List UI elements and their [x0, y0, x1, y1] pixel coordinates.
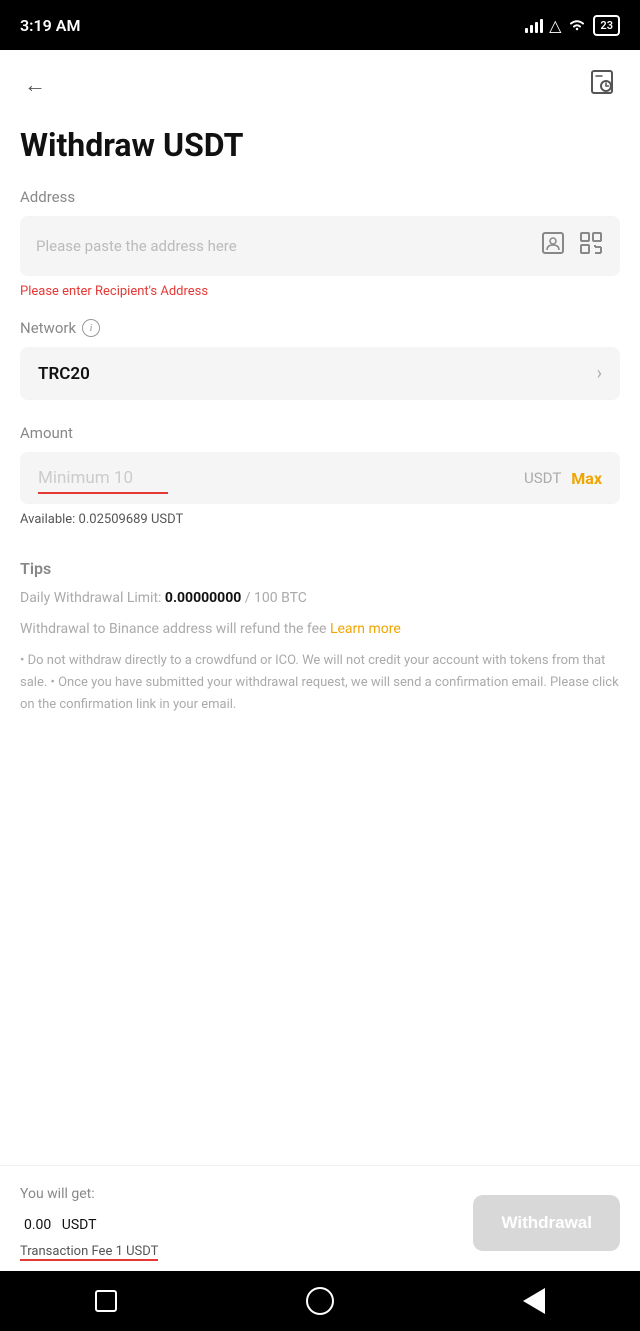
bottom-nav [0, 1271, 640, 1331]
binance-fee-row: Withdrawal to Binance address will refun… [20, 619, 620, 640]
nav-back-button[interactable] [523, 1288, 545, 1314]
tips-title: Tips [20, 559, 620, 578]
address-icon-group [540, 230, 604, 262]
bottom-section: You will get: 0.00 USDT Transaction Fee … [0, 1165, 640, 1271]
network-selector[interactable]: TRC20 › [20, 347, 620, 400]
address-error: Please enter Recipient's Address [20, 284, 620, 299]
fee-underline [20, 1259, 158, 1261]
amount-underline [38, 492, 168, 494]
tips-body: • Do not withdraw directly to a crowdfun… [20, 650, 620, 716]
qr-scan-icon[interactable] [578, 230, 604, 262]
you-get-amount: 0.00 USDT [20, 1206, 473, 1236]
chevron-right-icon: › [597, 363, 602, 384]
signal-icon [525, 17, 543, 33]
amount-unit: USDT [524, 469, 561, 487]
address-placeholder: Please paste the address here [36, 237, 540, 255]
status-icons: △ 23 [525, 15, 620, 36]
status-time: 3:19 AM [20, 16, 80, 35]
max-button[interactable]: Max [571, 469, 602, 488]
top-nav: ← [0, 50, 640, 120]
contact-icon[interactable] [540, 230, 566, 262]
network-label: Network i [20, 319, 620, 337]
history-icon [588, 68, 616, 96]
address-input-wrapper[interactable]: Please paste the address here [20, 216, 620, 276]
transaction-fee: Transaction Fee 1 USDT [20, 1244, 158, 1259]
address-label: Address [20, 188, 620, 206]
nav-home-button[interactable] [306, 1287, 334, 1315]
you-get-label: You will get: [20, 1186, 473, 1202]
wifi-icon-svg [567, 18, 587, 32]
network-value: TRC20 [38, 364, 90, 384]
learn-more-link[interactable]: Learn more [330, 621, 401, 637]
page-title: Withdraw USDT [0, 120, 640, 188]
wifi-icon: △ [549, 16, 561, 35]
status-bar: 3:19 AM △ 23 [0, 0, 640, 50]
you-get-block: You will get: 0.00 USDT Transaction Fee … [20, 1186, 473, 1259]
amount-placeholder: Minimum 10 [38, 468, 133, 488]
main-content: Address Please paste the address here [0, 188, 640, 1165]
withdraw-button[interactable]: Withdrawal [473, 1195, 620, 1251]
battery-icon: 23 [593, 15, 620, 36]
history-button[interactable] [584, 64, 620, 106]
amount-input-wrapper[interactable]: Minimum 10 USDT Max [20, 452, 620, 504]
amount-right: USDT Max [524, 469, 602, 488]
back-button[interactable]: ← [20, 68, 50, 102]
nav-recent-apps-button[interactable] [95, 1290, 117, 1312]
amount-label: Amount [20, 424, 620, 442]
amount-input-area: Minimum 10 [38, 468, 524, 488]
available-balance: Available: 0.02509689 USDT [20, 508, 620, 531]
daily-limit-row: Daily Withdrawal Limit: 0.00000000 / 100… [20, 588, 620, 609]
network-info-icon[interactable]: i [82, 319, 100, 337]
